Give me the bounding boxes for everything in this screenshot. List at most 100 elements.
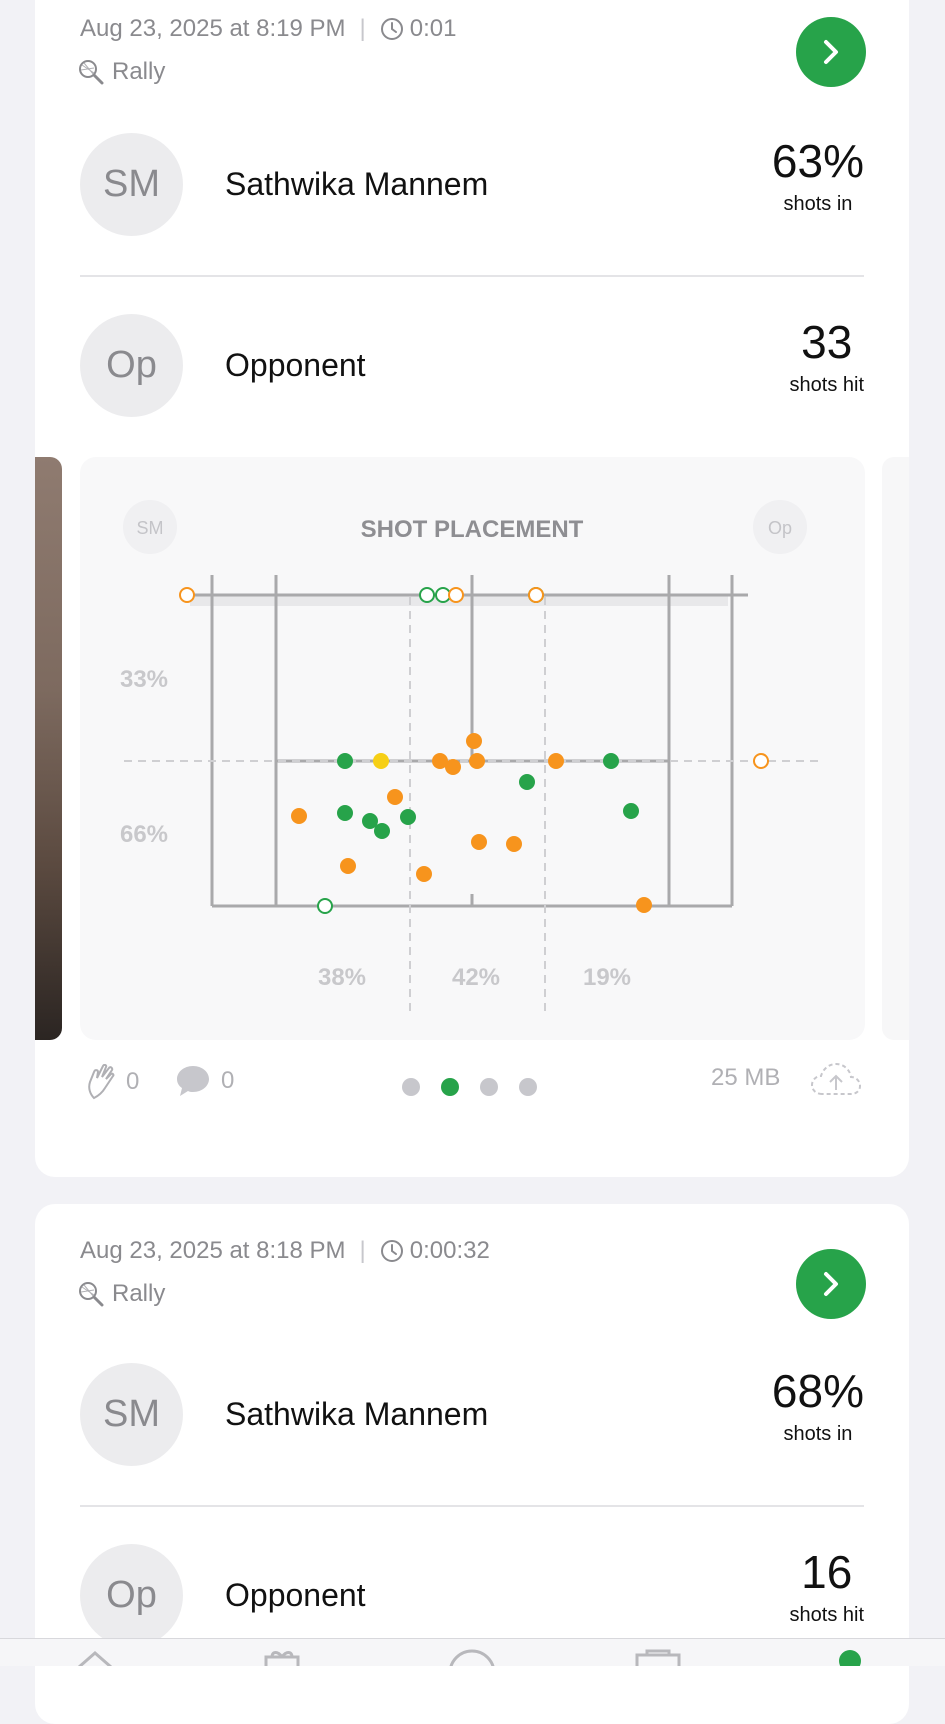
divider (80, 1505, 864, 1507)
tab-bar (0, 1638, 945, 1666)
clap-icon (88, 1064, 115, 1100)
home-icon[interactable] (75, 1649, 115, 1666)
session-duration: 0:00:32 (409, 1237, 490, 1264)
player-name: Sathwika Mannem (225, 1396, 489, 1432)
shot-in (373, 753, 389, 769)
comment-icon (177, 1066, 209, 1096)
shot-in (623, 803, 639, 819)
shots-in-value: 68% (771, 1365, 864, 1417)
shot-in (519, 774, 535, 790)
avatar[interactable]: Op (80, 314, 183, 417)
shots-in-label: shots in (783, 1423, 853, 1445)
opponent-stat: 16 shots hit (790, 1544, 864, 1627)
shot-in (291, 808, 307, 824)
shot-in (603, 753, 619, 769)
depth-label-deep: 33% (120, 666, 168, 693)
meta-separator: | (359, 1237, 366, 1264)
meta-separator: | (359, 15, 366, 42)
shots-hit-value: 16 (801, 1546, 853, 1598)
shot-out (435, 587, 451, 603)
clock-icon (380, 1240, 403, 1262)
opponent-row[interactable]: Op Opponent 33 shots hit (80, 314, 864, 419)
shot-out (317, 898, 333, 914)
clap-count: 0 (126, 1068, 140, 1095)
page-dot[interactable] (480, 1078, 498, 1096)
clap-button[interactable]: 0 (86, 1064, 139, 1100)
depth-label-short: 66% (120, 821, 168, 848)
player-row[interactable]: SM Sathwika Mannem 63% shots in (80, 133, 864, 238)
page-dot[interactable] (402, 1078, 420, 1096)
clock-icon (380, 18, 403, 40)
shot-out (753, 753, 769, 769)
avatar[interactable]: Op (80, 1544, 183, 1647)
shot-in (469, 753, 485, 769)
shots-hit-label: shots hit (789, 374, 864, 396)
session-meta: Aug 23, 2025 at 8:19 PM | 0:01 (80, 15, 456, 43)
shot-out (419, 587, 435, 603)
shot-in (636, 897, 652, 913)
shot-in (337, 753, 353, 769)
activity-label: Rally (78, 1280, 165, 1308)
next-media-preview[interactable] (882, 457, 909, 1040)
shot-placement-card[interactable]: SM Op SHOT PLACEMENT 33% 66% 38% 42% 19% (80, 457, 865, 1040)
inbox-icon[interactable] (633, 1649, 683, 1666)
session-meta: Aug 23, 2025 at 8:18 PM | 0:00:32 (80, 1237, 490, 1265)
chart-title: SHOT PLACEMENT (361, 516, 584, 543)
shot-out (179, 587, 195, 603)
cloud-upload-icon (810, 1062, 862, 1095)
upload-button[interactable] (810, 1060, 862, 1100)
file-size: 25 MB (711, 1064, 781, 1091)
open-session-button[interactable] (796, 1249, 866, 1319)
opponent-name: Opponent (225, 1577, 366, 1613)
player-stat: 68% shots in (772, 1363, 864, 1446)
comment-count: 0 (221, 1067, 235, 1094)
width-label-center: 42% (452, 964, 500, 991)
player-badge-text: SM (137, 518, 164, 538)
opponent-name: Opponent (225, 347, 366, 383)
player-name: Sathwika Mannem (225, 166, 489, 202)
shot-in (506, 836, 522, 852)
shot-markers (179, 587, 769, 914)
shot-in (466, 733, 482, 749)
page-dot[interactable] (519, 1078, 537, 1096)
chevron-right-icon (824, 1272, 838, 1296)
session-actions: 0 0 25 MB (0, 1050, 945, 1116)
carousel-page-indicator[interactable] (402, 1078, 558, 1096)
session-date: Aug 23, 2025 at 8:18 PM (80, 1237, 346, 1264)
previous-media-preview[interactable] (35, 457, 62, 1040)
shot-out (448, 587, 464, 603)
shots-in-label: shots in (783, 193, 853, 215)
activity-label: Rally (78, 58, 165, 86)
shot-in (340, 858, 356, 874)
ball-icon[interactable] (447, 1649, 497, 1666)
shot-in (471, 834, 487, 850)
player-row[interactable]: SM Sathwika Mannem 68% shots in (80, 1363, 864, 1468)
page-dot-active[interactable] (441, 1078, 459, 1096)
width-label-left: 38% (318, 964, 366, 991)
racket-icon (79, 1282, 104, 1307)
opponent-badge-text: Op (768, 518, 792, 538)
width-label-right: 19% (583, 964, 631, 991)
shots-hit-label: shots hit (789, 1604, 864, 1626)
shot-placement-chart: SM Op SHOT PLACEMENT 33% 66% 38% 42% 19% (120, 500, 820, 1017)
shot-in (548, 753, 564, 769)
shot-out (528, 587, 544, 603)
shot-in (387, 789, 403, 805)
shot-in (337, 805, 353, 821)
opponent-stat: 33 shots hit (790, 314, 864, 397)
player-stat: 63% shots in (772, 133, 864, 216)
shot-in (400, 809, 416, 825)
session-duration: 0:01 (409, 15, 457, 42)
gift-icon[interactable] (262, 1649, 302, 1666)
session-date: Aug 23, 2025 at 8:19 PM (80, 15, 346, 42)
shot-in (445, 759, 461, 775)
divider (80, 275, 864, 277)
racket-icon (79, 60, 104, 85)
profile-status-icon[interactable] (838, 1649, 862, 1666)
open-session-button[interactable] (796, 17, 866, 87)
shots-in-value: 63% (771, 135, 864, 187)
comment-button[interactable]: 0 (175, 1064, 234, 1098)
opponent-row[interactable]: Op Opponent 16 shots hit (80, 1544, 864, 1649)
avatar[interactable]: SM (80, 1363, 183, 1466)
avatar[interactable]: SM (80, 133, 183, 236)
